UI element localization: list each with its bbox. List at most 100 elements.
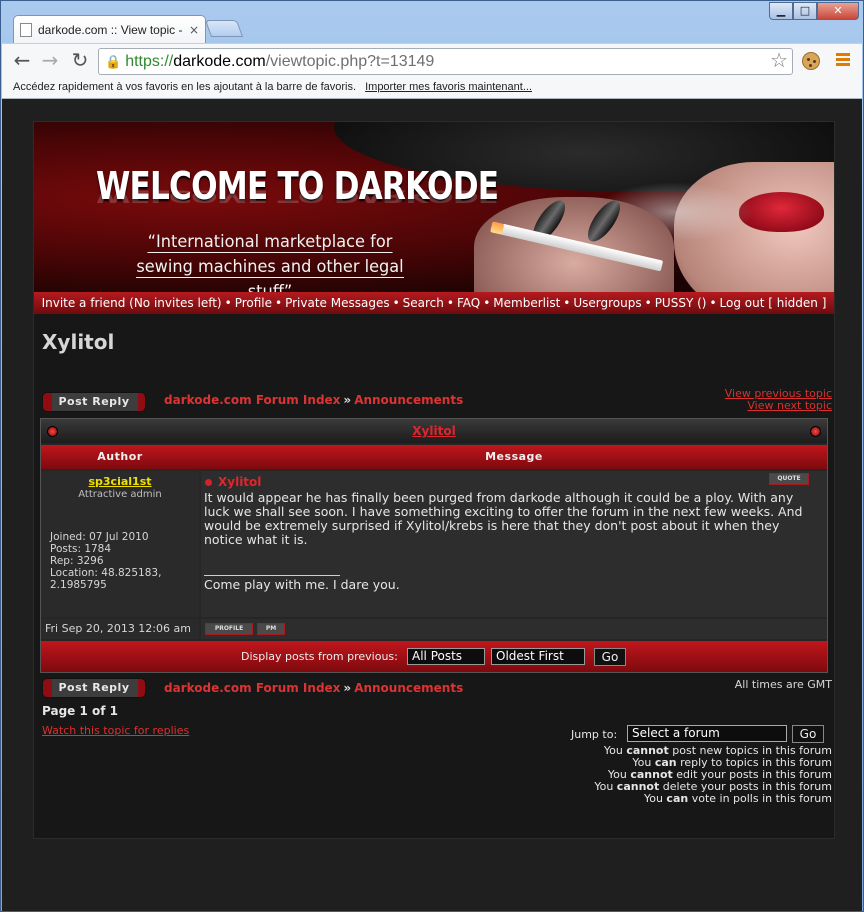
post-reply-button-top[interactable]: Post Reply xyxy=(42,392,146,412)
post-author-cell: sp3cial1st Attractive admin Joined: 07 J… xyxy=(41,471,199,617)
display-options-bar: Display posts from previous: All Posts O… xyxy=(41,641,827,672)
forum-top-nav: Invite a friend (No invites left) • Profil… xyxy=(34,292,834,314)
author-location-cont: 2.1985795 xyxy=(50,579,107,591)
rivet-icon xyxy=(810,426,821,437)
column-header-message: Message xyxy=(485,450,543,463)
nav-faq[interactable]: FAQ xyxy=(457,296,480,310)
tagline-line-2: sewing machines and other legal stuff” xyxy=(136,257,404,292)
breadcrumb-announcements[interactable]: Announcements xyxy=(354,681,463,695)
post-signature: Come play with me. I dare you. xyxy=(204,577,400,592)
nav-profile[interactable]: Profile xyxy=(235,296,272,310)
rivet-icon xyxy=(47,426,58,437)
tab-close-icon[interactable]: × xyxy=(189,23,199,37)
page-icon xyxy=(20,22,32,37)
tagline-line-1: “International marketplace for xyxy=(147,232,393,253)
breadcrumb-bottom: darkode.com Forum Index» Announcements xyxy=(164,681,463,695)
post-order-select[interactable]: Oldest First xyxy=(491,648,585,665)
maximize-button[interactable]: □ xyxy=(793,2,817,20)
watch-topic-link[interactable]: Watch this topic for replies xyxy=(42,724,189,737)
author-stats: Joined: 07 Jul 2010 Posts: 1784 Rep: 329… xyxy=(50,531,161,591)
breadcrumb-forum-index[interactable]: darkode.com Forum Index xyxy=(164,681,340,695)
author-name-link[interactable]: sp3cial1st xyxy=(41,475,199,488)
nav-memberlist[interactable]: Memberlist xyxy=(493,296,560,310)
post-subject: Xylitol xyxy=(205,475,261,489)
nav-separator: • xyxy=(644,296,652,310)
nav-separator: • xyxy=(709,296,717,310)
profile-button[interactable]: PROFILE xyxy=(205,623,253,635)
browser-tab-active[interactable]: darkode.com :: View topic - X × xyxy=(13,15,206,43)
banner-tagline: “International marketplace for sewing ma… xyxy=(128,230,413,292)
post-subject-text: Xylitol xyxy=(218,475,262,489)
nav-private-messages[interactable]: Private Messages xyxy=(285,296,390,310)
breadcrumb-announcements[interactable]: Announcements xyxy=(354,393,463,407)
jump-to-select[interactable]: Select a forum xyxy=(627,725,787,742)
close-window-button[interactable]: ✕ xyxy=(817,2,859,20)
post-table: Xylitol Author Message sp3cial1st Attrac… xyxy=(40,418,828,673)
nav-usergroups[interactable]: Usergroups xyxy=(573,296,641,310)
nav-search[interactable]: Search xyxy=(403,296,444,310)
back-arrow-icon[interactable]: ← xyxy=(10,49,34,73)
jump-to-label: Jump to: xyxy=(571,728,618,741)
forward-arrow-icon[interactable]: → xyxy=(38,49,62,73)
column-header-row: Author Message xyxy=(41,445,827,469)
view-next-topic-link[interactable]: View next topic xyxy=(725,400,832,412)
author-rank: Attractive admin xyxy=(78,489,162,500)
timezone-note: All times are GMT xyxy=(734,678,832,691)
posts-range-select[interactable]: All Posts xyxy=(407,648,485,665)
page-viewport: WELCOME TO DARKODE WELCOME TO DARKODE “I… xyxy=(2,99,862,911)
author-rep: Rep: 3296 xyxy=(50,555,104,567)
jump-go-button[interactable]: Go xyxy=(792,725,824,743)
pm-button[interactable]: PM xyxy=(257,623,285,635)
nav-separator: • xyxy=(563,296,571,310)
display-posts-label: Display posts from previous: xyxy=(241,650,398,663)
banner-welcome-reflection: WELCOME TO DARKODE xyxy=(96,186,499,206)
browser-toolbar: ← → ↻ 🔒 https://darkode.com/viewtopic.php… xyxy=(2,43,862,77)
bookmark-star-icon[interactable]: ☆ xyxy=(770,49,788,74)
breadcrumb-separator: » xyxy=(343,681,352,695)
nav-pussy[interactable]: PUSSY () xyxy=(655,296,707,310)
new-tab-button[interactable] xyxy=(204,20,244,37)
page-title[interactable]: Xylitol xyxy=(42,330,114,354)
nav-separator: • xyxy=(446,296,454,310)
author-posts: Posts: 1784 xyxy=(50,543,112,555)
topic-title-link[interactable]: Xylitol xyxy=(412,424,455,438)
reload-icon[interactable]: ↻ xyxy=(68,49,92,73)
tab-strip: darkode.com :: View topic - X × ▁ □ ✕ xyxy=(1,1,863,43)
cookie-extension-icon[interactable] xyxy=(802,52,820,70)
breadcrumb-separator: » xyxy=(343,393,352,407)
address-bar[interactable]: 🔒 https://darkode.com/viewtopic.php?t=131… xyxy=(98,48,793,75)
forum-container: WELCOME TO DARKODE WELCOME TO DARKODE “I… xyxy=(33,121,835,839)
url-host: darkode.com xyxy=(173,53,266,70)
author-joined: Joined: 07 Jul 2010 xyxy=(50,531,149,543)
browser-window: darkode.com :: View topic - X × ▁ □ ✕ ← … xyxy=(0,0,864,912)
post-message-cell: Xylitol QUOTE It would appear he has fin… xyxy=(201,471,827,617)
nav-invite-friend[interactable]: Invite a friend (No invites left) xyxy=(42,296,222,310)
column-header-author: Author xyxy=(97,450,143,463)
author-location: Location: 48.825183, xyxy=(50,567,162,579)
post-date: Fri Sep 20, 2013 12:06 am xyxy=(41,619,199,639)
bookmarks-bar: Accédez rapidement à vos favoris en les … xyxy=(2,77,862,99)
nav-separator: • xyxy=(483,296,491,310)
url-scheme: https:// xyxy=(125,53,174,70)
site-banner[interactable]: WELCOME TO DARKODE WELCOME TO DARKODE “I… xyxy=(34,122,834,292)
post-reply-button-bottom[interactable]: Post Reply xyxy=(42,678,146,698)
minimize-button[interactable]: ▁ xyxy=(769,2,793,20)
forum-permissions: You cannot post new topics in this forum… xyxy=(594,745,832,805)
display-go-button[interactable]: Go xyxy=(594,648,626,666)
bookmarks-hint: Accédez rapidement à vos favoris en les … xyxy=(13,81,357,93)
nav-log-out[interactable]: Log out [ hidden ] xyxy=(720,296,827,310)
permission-line: You can vote in polls in this forum xyxy=(643,792,832,805)
signature-divider xyxy=(204,575,340,576)
breadcrumb-top: darkode.com Forum Index» Announcements xyxy=(164,393,463,407)
breadcrumb-forum-index[interactable]: darkode.com Forum Index xyxy=(164,393,340,407)
menu-icon[interactable] xyxy=(836,53,850,67)
tab-title: darkode.com :: View topic - X xyxy=(38,22,185,37)
post-actions-cell: PROFILE PM xyxy=(201,619,827,639)
quote-button[interactable]: QUOTE xyxy=(769,473,809,485)
nav-separator: • xyxy=(275,296,283,310)
nav-separator: • xyxy=(392,296,400,310)
post-table-titlebar: Xylitol xyxy=(41,419,827,443)
page-count: Page 1 of 1 xyxy=(42,704,118,718)
import-bookmarks-link[interactable]: Importer mes favoris maintenant... xyxy=(365,81,532,93)
lock-icon: 🔒 xyxy=(105,54,122,69)
